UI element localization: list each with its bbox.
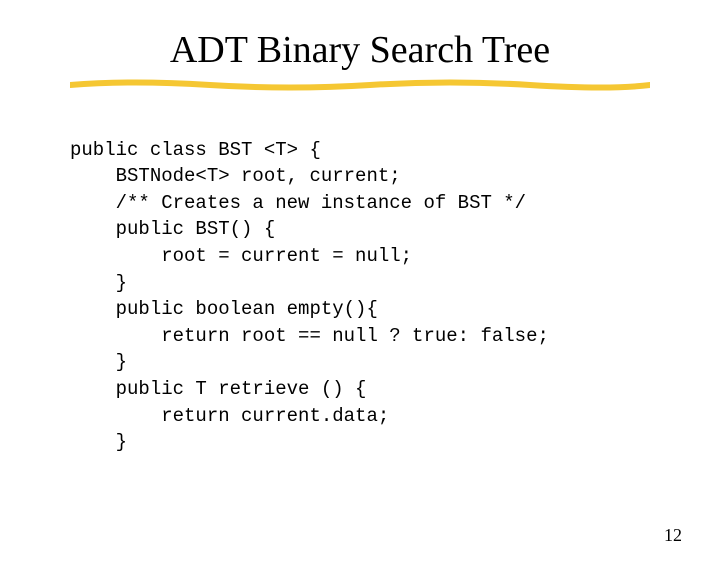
code-line: root = current = null; — [70, 245, 412, 267]
code-line: public BST() { — [70, 218, 275, 240]
page-number: 12 — [664, 525, 682, 546]
code-line: public class BST <T> { — [70, 139, 321, 161]
code-line: } — [70, 351, 127, 373]
code-line: BSTNode<T> root, current; — [70, 165, 401, 187]
code-line: } — [70, 431, 127, 453]
code-line: public T retrieve () { — [70, 378, 366, 400]
code-line: return current.data; — [70, 405, 389, 427]
code-line: } — [70, 272, 127, 294]
slide-title: ADT Binary Search Tree — [0, 28, 720, 72]
code-line: /** Creates a new instance of BST */ — [70, 192, 526, 214]
title-underline — [70, 78, 650, 92]
code-line: public boolean empty(){ — [70, 298, 378, 320]
code-block: public class BST <T> { BSTNode<T> root, … — [70, 110, 720, 456]
code-line: return root == null ? true: false; — [70, 325, 549, 347]
